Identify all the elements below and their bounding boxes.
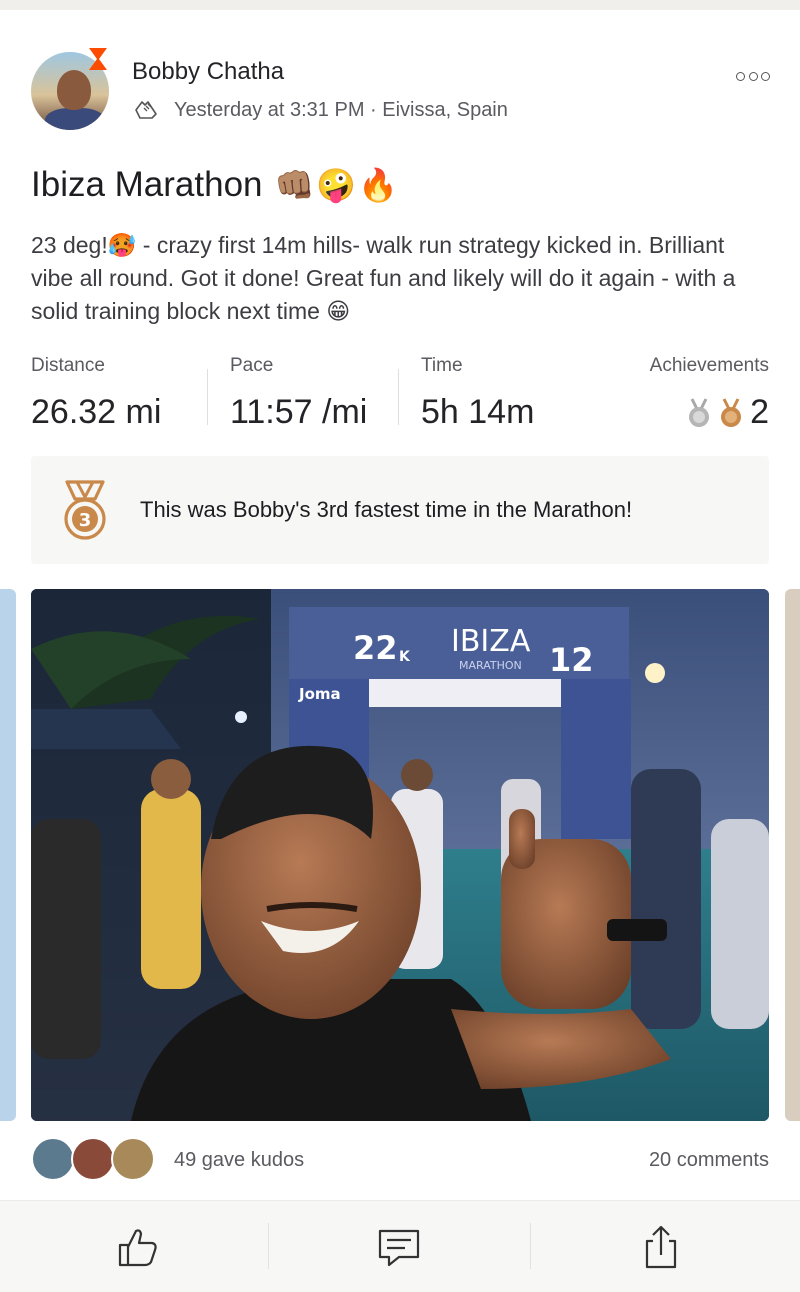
dot-icon [736,71,745,81]
share-icon [645,1225,677,1269]
action-bar [0,1200,800,1292]
stat-divider [207,369,208,425]
kudos-avatars[interactable] [31,1137,161,1183]
stat-value: 5h 14m [421,393,535,431]
activity-timestamp: Yesterday at 3:31 PM · Eivissa, Spain [174,98,508,121]
kudos-avatar [31,1137,75,1181]
achievement-icons: 2 [650,393,769,432]
activity-title-text: Ibiza Marathon [31,165,263,204]
athlete-name[interactable]: Bobby Chatha [132,58,284,86]
stat-value: 11:57 /mi [230,393,368,431]
activity-title[interactable]: Ibiza Marathon 👊🏽🤪🔥 [31,165,400,205]
kudos-button[interactable] [108,1219,168,1275]
subscriber-badge-icon [89,48,107,70]
next-photo-peek[interactable] [785,589,800,1121]
action-separator [530,1223,531,1269]
achievement-text: This was Bobby's 3rd fastest time in the… [140,497,633,522]
sponsor-text: Joma [298,685,341,703]
activity-photo[interactable]: 22 K IBIZA MARATHON 12 Joma [31,589,769,1121]
comments-count[interactable]: 20 comments [649,1149,769,1172]
medal-number: 3 [79,510,92,531]
share-button[interactable] [631,1219,691,1275]
silver-medal-icon [689,397,710,427]
stat-value: 26.32 mi [31,393,162,431]
sign-sub: MARATHON [459,659,522,672]
activity-meta: Yesterday at 3:31 PM · Eivissa, Spain [132,96,508,124]
stat-divider [398,369,399,425]
comment-button[interactable] [369,1219,429,1275]
bronze-medal-icon [721,397,742,427]
dot-icon [748,71,758,81]
previous-photo-peek[interactable] [0,589,16,1121]
kudos-avatar [71,1137,115,1181]
stat-label: Time [421,355,463,376]
kudos-avatar [111,1137,155,1181]
activity-card: Bobby Chatha Yesterday at 3:31 PM · Eivi… [0,10,800,1292]
stat-value: 2 [750,393,769,431]
action-separator [268,1223,269,1269]
activity-title-emoji: 👊🏽🤪🔥 [274,167,401,203]
stat-pace: Pace 11:57 /mi [230,355,367,432]
thumbs-up-icon [118,1229,157,1267]
stat-time: Time 5h 14m [421,355,534,432]
dot-icon [761,71,770,81]
activity-stats: Distance 26.32 mi Pace 11:57 /mi Time 5h… [31,355,769,435]
sign-number-left: 22 [353,629,398,667]
activity-description: 23 deg!🥵 - crazy first 14m hills- walk r… [31,232,736,324]
comment-icon [378,1229,420,1267]
stat-achievements[interactable]: Achievements 2 [650,355,769,432]
shoe-icon [135,101,157,119]
stat-label: Achievements [649,355,769,376]
achievement-banner[interactable]: 3 This was Bobby's 3rd fastest time in t… [31,456,769,564]
stat-label: Pace [230,355,274,376]
kudos-count[interactable]: 49 gave kudos [174,1149,304,1172]
bronze-medal-icon: 3 [64,480,106,540]
sign-number-right: 12 [549,641,594,679]
finish-line-selfie: 22 K IBIZA MARATHON 12 Joma [31,589,769,1121]
more-options-button[interactable] [736,68,770,84]
stat-label: Distance [31,355,105,376]
sign-unit: K [399,649,411,665]
stat-distance: Distance 26.32 mi [31,355,161,432]
sign-brand: IBIZA [451,624,531,659]
